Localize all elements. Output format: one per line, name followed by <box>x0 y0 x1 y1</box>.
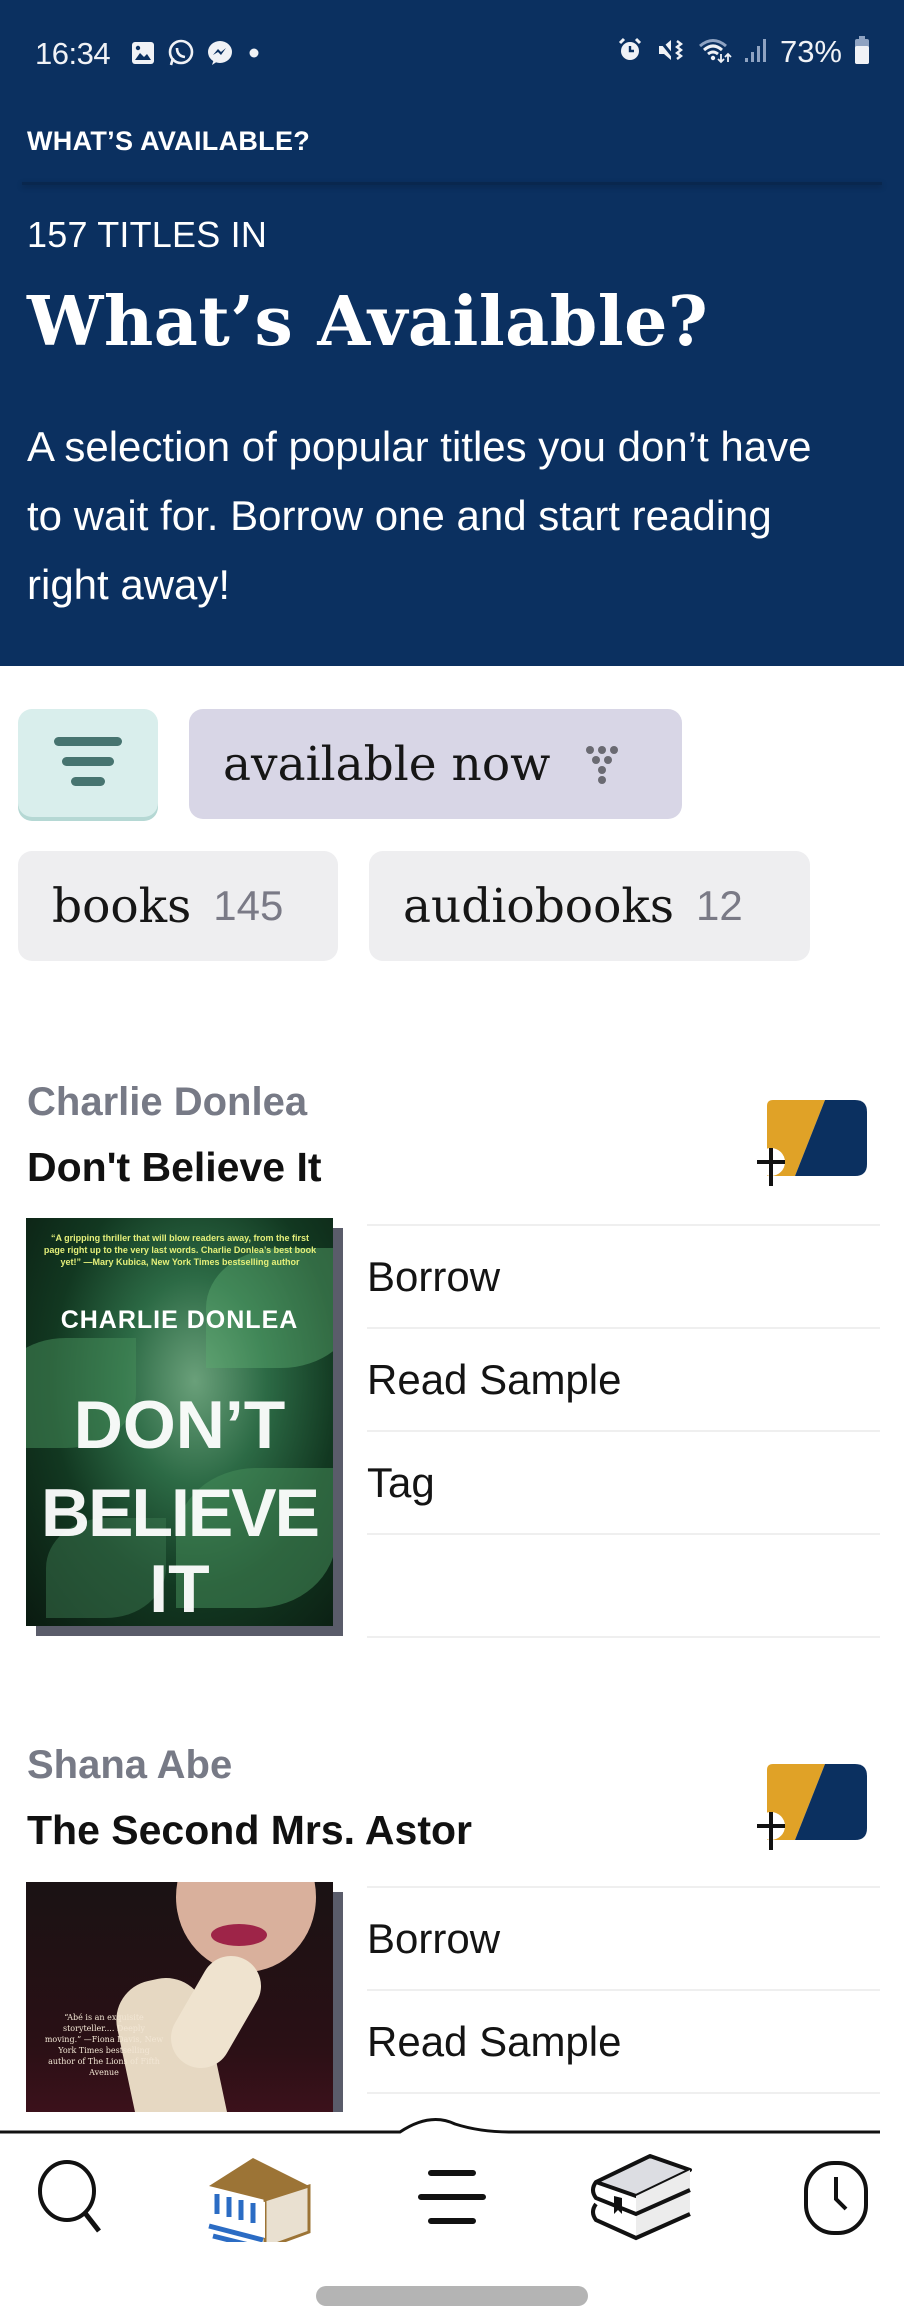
filter-lines-icon <box>52 733 124 794</box>
section-label: WHAT’S AVAILABLE? <box>27 126 311 156</box>
format-tab-count: 12 <box>695 882 743 929</box>
book-cover[interactable]: “A gripping thriller that will blow read… <box>26 1218 333 1626</box>
signal-icon <box>744 36 768 69</box>
add-tag-button[interactable] <box>755 1098 870 1188</box>
menu-icon <box>418 2170 486 2224</box>
filter-button[interactable] <box>18 709 158 817</box>
action-row-empty <box>367 1533 880 1636</box>
book-author[interactable]: Charlie Donlea <box>27 1080 307 1125</box>
available-now-label: available now <box>223 736 551 792</box>
nav-divider-curve <box>0 2118 904 2142</box>
header-divider <box>22 182 882 185</box>
cover-blurb: “A gripping thriller that will blow read… <box>43 1233 317 1267</box>
search-icon <box>38 2160 101 2233</box>
nav-library[interactable] <box>205 2152 315 2242</box>
battery-icon <box>854 35 870 70</box>
titles-count: 157 TITLES IN <box>27 214 268 255</box>
cover-title-line: IT <box>149 1551 210 1626</box>
page-title: What’s Available? <box>27 282 709 362</box>
mute-vibrate-icon <box>656 36 686 69</box>
read-sample-button[interactable]: Read Sample <box>367 1327 880 1430</box>
cover-title-line: BELIEVE <box>41 1475 320 1551</box>
nav-timeline[interactable] <box>780 2152 890 2242</box>
borrow-button[interactable]: Borrow <box>367 1224 880 1327</box>
read-sample-button[interactable]: Read Sample <box>367 1989 880 2092</box>
cover-quote: “Abé is an exquisite storyteller.... Dee… <box>44 2013 164 2077</box>
add-tag-icon <box>757 1100 867 1186</box>
battery-percent: 73% <box>779 34 842 69</box>
format-tab-audiobooks[interactable]: audiobooks 12 <box>369 851 810 961</box>
title-actions: Borrow Read Sample <box>367 1886 880 2094</box>
divider <box>367 2092 880 2094</box>
format-tab-label: audiobooks <box>403 878 674 934</box>
add-tag-button[interactable] <box>755 1762 870 1852</box>
status-bar: 16:34 73% <box>0 24 904 84</box>
status-time: 16:34 <box>35 36 111 71</box>
borrow-button[interactable]: Borrow <box>367 1886 880 1989</box>
cover-title-line: DON’T <box>73 1387 286 1463</box>
gallery-icon <box>130 40 156 71</box>
format-tab-books[interactable]: books 145 <box>18 851 338 961</box>
nav-shelf[interactable] <box>590 2152 700 2242</box>
funnel-dots-icon <box>584 744 620 784</box>
book-title[interactable]: Don't Believe It <box>27 1144 322 1191</box>
nav-search[interactable] <box>17 2152 127 2242</box>
add-tag-icon <box>757 1764 867 1850</box>
book-title[interactable]: The Second Mrs. Astor <box>27 1807 472 1854</box>
tag-button[interactable]: Tag <box>367 1430 880 1533</box>
title-actions: Borrow Read Sample Tag <box>367 1224 880 1638</box>
library-building-icon <box>208 2158 311 2242</box>
alarm-icon <box>616 36 644 69</box>
dot-icon <box>244 43 264 68</box>
divider <box>367 1636 880 1638</box>
wifi-icon <box>698 36 732 69</box>
messenger-icon <box>206 39 234 72</box>
cover-author: CHARLIE DONLEA <box>60 1306 299 1334</box>
book-stack-icon <box>591 2154 692 2241</box>
nav-menu[interactable] <box>397 2152 507 2242</box>
format-tab-label: books <box>52 878 192 934</box>
page-description: A selection of popular titles you don’t … <box>27 423 812 608</box>
book-author[interactable]: Shana Abe <box>27 1743 232 1788</box>
available-now-filter-chip[interactable]: available now <box>189 709 682 819</box>
whatsapp-icon <box>166 38 196 73</box>
clock-icon <box>804 2161 868 2235</box>
home-indicator[interactable] <box>316 2286 588 2306</box>
page-header: 16:34 73% WHAT’S AVAILABLE? 157 TITLES I… <box>0 0 904 666</box>
format-tab-count: 145 <box>213 882 284 929</box>
